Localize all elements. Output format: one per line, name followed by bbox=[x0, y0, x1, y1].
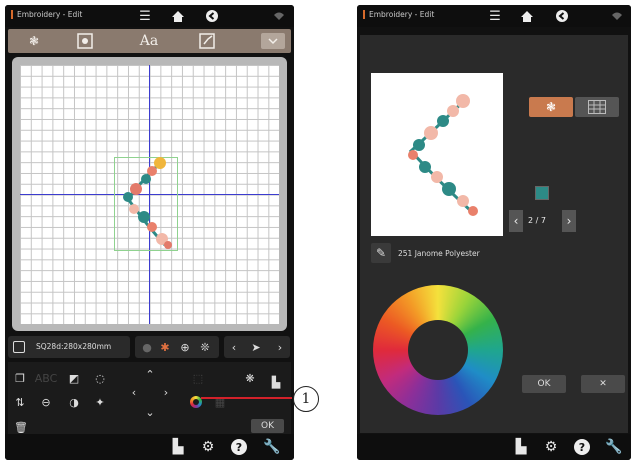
wifi-icon bbox=[609, 8, 625, 24]
hoop-icon bbox=[13, 341, 25, 353]
center-icon[interactable]: ✦ bbox=[92, 394, 108, 410]
zoom-in-icon[interactable]: ⊕ bbox=[177, 339, 193, 355]
sewing-machine-icon[interactable]: ▙ bbox=[512, 438, 530, 456]
multi-select-icon[interactable]: ❋ bbox=[242, 370, 258, 386]
edit-screen: Embroidery - Edit ☰ ❃ Aa SQ28d:280x280mm… bbox=[5, 5, 294, 460]
mirror-vertical-icon[interactable]: ⇅ bbox=[12, 394, 28, 410]
color-swatch[interactable] bbox=[535, 186, 549, 200]
hoop-selector[interactable]: SQ28d:280x280mm bbox=[8, 336, 130, 358]
rotate-icon[interactable]: ◌ bbox=[92, 370, 108, 386]
arrow-up-icon[interactable]: ⌃ bbox=[142, 366, 158, 382]
embroidery-grid[interactable] bbox=[20, 65, 279, 324]
pen-icon[interactable]: ✎ bbox=[371, 243, 391, 263]
edit-toolbar: ❃ Aa bbox=[8, 29, 291, 53]
color-edit-screen: Embroidery - Edit ☰ ❃ ‹ 2 / 7 › ✎ 251 Ja… bbox=[357, 5, 631, 460]
design-frame-icon[interactable] bbox=[74, 31, 96, 51]
callout-number: 1 bbox=[293, 386, 319, 412]
top-bar: Embroidery - Edit ☰ bbox=[357, 5, 631, 27]
flip-horizontal-icon[interactable]: ⊖ bbox=[38, 394, 54, 410]
edit-tools-panel: ❐ ABC ◩ ◌ ⇅ ⊖ ◑ ✦ ⌃ ‹ › ⌄ ⬚ ❋ ▙ ▦ OK bbox=[8, 362, 291, 436]
design-preview bbox=[371, 73, 503, 236]
bottom-bar: ▙ ⚙ ? 🔧 bbox=[5, 434, 294, 460]
wifi-icon bbox=[271, 8, 287, 24]
thread-icon[interactable]: ● bbox=[139, 339, 155, 355]
color-dialog: ❃ ‹ 2 / 7 › ✎ 251 Janome Polyester OK ✕ bbox=[360, 35, 628, 433]
delete-icon[interactable]: 🗑 bbox=[13, 419, 29, 435]
thread-label: 251 Janome Polyester bbox=[398, 249, 480, 258]
copy-icon[interactable]: ❐ bbox=[12, 370, 28, 386]
embroidery-view-button[interactable]: ❃ bbox=[529, 97, 573, 117]
home-icon[interactable] bbox=[168, 8, 188, 24]
hoop-label: SQ28d:280x280mm bbox=[36, 342, 112, 351]
back-icon[interactable] bbox=[202, 8, 222, 24]
bottom-bar: ▙ ⚙ ? 🔧 bbox=[357, 434, 631, 460]
ok-button[interactable]: OK bbox=[522, 375, 566, 393]
select-pointer-icon[interactable]: ➤ bbox=[248, 339, 264, 355]
chevron-left-icon[interactable]: ‹ bbox=[226, 339, 242, 355]
top-bar: Embroidery - Edit ☰ bbox=[5, 5, 294, 27]
menu-icon[interactable]: ☰ bbox=[485, 8, 505, 24]
design-import-icon[interactable] bbox=[195, 31, 221, 51]
help-icon[interactable]: ? bbox=[574, 439, 590, 455]
settings-icon[interactable]: ⚙ bbox=[199, 438, 217, 456]
grid-view-button[interactable] bbox=[575, 97, 619, 117]
selection-nav: ‹ ➤ › bbox=[224, 336, 290, 358]
view-tools: ● ✱ ⊕ ❊ bbox=[135, 336, 219, 358]
embroidery-design[interactable] bbox=[110, 153, 180, 253]
embroidery-design bbox=[408, 94, 478, 216]
settings-icon[interactable]: ⚙ bbox=[542, 438, 560, 456]
arrow-down-icon[interactable]: ⌄ bbox=[142, 404, 158, 420]
trace-icon[interactable]: ✱ bbox=[157, 339, 173, 355]
chevron-right-icon[interactable]: › bbox=[272, 339, 288, 355]
ok-button[interactable]: OK bbox=[251, 419, 284, 433]
resize-icon: ⬚ bbox=[192, 371, 204, 385]
page-indicator: 2 / 7 bbox=[528, 216, 546, 225]
chevron-left-icon[interactable]: ‹ bbox=[509, 210, 523, 232]
screen-title: Embroidery - Edit bbox=[11, 10, 82, 19]
embroidery-select-icon[interactable]: ❃ bbox=[22, 31, 46, 51]
canvas-frame bbox=[12, 57, 287, 331]
arrow-right-icon[interactable]: › bbox=[158, 384, 174, 400]
cancel-button[interactable]: ✕ bbox=[581, 375, 625, 393]
screen-title: Embroidery - Edit bbox=[363, 10, 434, 19]
back-icon[interactable] bbox=[552, 8, 572, 24]
collapse-icon[interactable] bbox=[261, 33, 285, 49]
wrench-icon[interactable]: 🔧 bbox=[263, 438, 281, 456]
chevron-right-icon[interactable]: › bbox=[562, 210, 576, 232]
font-icon[interactable]: Aa bbox=[134, 31, 164, 51]
sewing-machine-icon[interactable]: ▙ bbox=[169, 438, 187, 456]
arrow-pad: ⌃ ‹ › ⌄ bbox=[120, 366, 180, 422]
thread-cut-icon[interactable]: ▙ bbox=[268, 374, 284, 390]
color-wheel[interactable] bbox=[373, 285, 503, 415]
wrench-icon[interactable]: 🔧 bbox=[605, 438, 623, 456]
help-icon[interactable]: ? bbox=[231, 439, 247, 455]
abc-icon: ABC bbox=[34, 371, 58, 385]
group-icon[interactable]: ◩ bbox=[66, 370, 82, 386]
home-icon[interactable] bbox=[517, 8, 537, 24]
arrow-left-icon[interactable]: ‹ bbox=[126, 384, 142, 400]
mirror-icon[interactable]: ◑ bbox=[66, 394, 82, 410]
menu-icon[interactable]: ☰ bbox=[135, 8, 155, 24]
callout-line bbox=[201, 397, 292, 399]
zoom-out-icon[interactable]: ❊ bbox=[197, 339, 213, 355]
